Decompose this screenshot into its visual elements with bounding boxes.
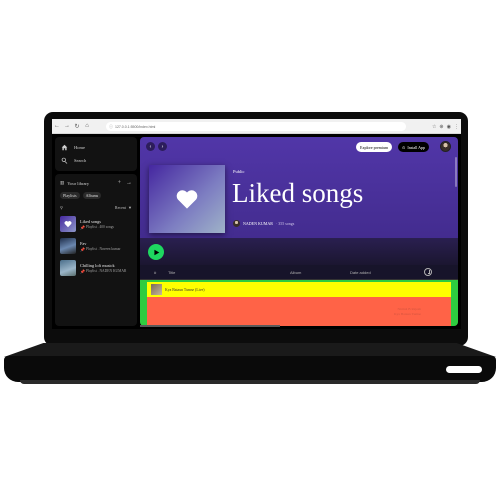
column-date-added: Date added [350, 270, 371, 275]
table-row[interactable]: Nirmal B Rajesh Kya Bataun Tumse [147, 297, 451, 326]
laptop-hinge [4, 343, 496, 357]
info-icon: ⓘ [109, 123, 113, 129]
item-subtitle-text: Playlist . Naveen kumar [85, 247, 121, 251]
pin-icon: 📌 [80, 268, 85, 274]
playlist-type: Public [233, 169, 245, 174]
item-subtitle-text: Playlist . NADEN KUMAR [85, 269, 127, 273]
item-subtitle: 📌 Playlist . 400 songs [80, 225, 114, 230]
playlist-cover [149, 165, 225, 233]
item-title: Fav [80, 240, 87, 246]
owner-name[interactable]: NADEN KUMAR [243, 221, 273, 226]
address-bar[interactable]: ⓘ 127.0.0.1:5500/index.html [106, 122, 406, 131]
song-count: · 355 songs [275, 221, 295, 226]
sort-label: Recent [114, 204, 127, 210]
laptop-screen: ← → ↻ ⌂ ⓘ 127.0.0.1:5500/index.html ☆ ⊕ … [52, 119, 461, 329]
sort-dropdown[interactable]: Recent ▼ [115, 205, 132, 210]
caret-down-icon: ▼ [128, 204, 132, 210]
chevron-right-icon: › [161, 143, 164, 150]
sidebar-item-label: Search [74, 158, 87, 163]
sidebar-item-home[interactable]: Home [61, 141, 131, 154]
play-button[interactable] [148, 244, 164, 260]
install-app-label: Install App [407, 144, 426, 150]
pin-icon: 📌 [80, 246, 85, 252]
filter-chip-albums[interactable]: Albums [82, 192, 102, 199]
track-table-header: # Title Album Date added [140, 265, 458, 280]
table-row[interactable]: Kya Bataun Tumse (Live) [147, 282, 451, 297]
scrollbar[interactable] [455, 157, 457, 187]
laptop-base-edge [20, 380, 480, 384]
profile-icon[interactable]: ◉ [447, 124, 451, 130]
library-tools: ⚲ Recent ▼ [60, 203, 132, 211]
browser-toolbar: ← → ↻ ⌂ ⓘ 127.0.0.1:5500/index.html ☆ ⊕ … [52, 119, 461, 134]
track-thumbnail [151, 284, 162, 295]
chilling-lofi-thumbnail [60, 260, 76, 276]
heart-icon [64, 221, 72, 228]
liked-songs-thumbnail [60, 216, 76, 232]
avatar[interactable] [440, 141, 451, 152]
music-app: Home Search ▥ Your library + → Playlists… [52, 134, 461, 329]
action-bar [140, 238, 458, 265]
pin-icon: 📌 [80, 224, 85, 230]
browser-actions: ☆ ⊕ ◉ ⋮ [432, 119, 459, 134]
forward-button[interactable]: › [158, 142, 167, 151]
library-filters: Playlists Albums [60, 192, 132, 199]
clock-icon [424, 268, 432, 276]
item-title: Liked songs [80, 218, 101, 224]
item-title: Chilling lofi musick [80, 262, 115, 268]
faded-track-line: Kya Bataun Tumse [394, 312, 421, 316]
play-icon [153, 249, 159, 255]
home-icon [61, 144, 68, 151]
library-header: ▥ Your library + → [60, 178, 132, 188]
track-list: Kya Bataun Tumse (Live) Nirmal B Rajesh … [140, 280, 458, 326]
playlist-owner: NADEN KUMAR · 355 songs [233, 220, 294, 227]
library-panel: ▥ Your library + → Playlists Albums ⚲ Re… [55, 174, 137, 326]
home-browser-icon[interactable]: ⌂ [82, 119, 92, 134]
column-album: Album [290, 270, 302, 275]
install-app-button[interactable]: ⊙ Install App [398, 142, 430, 152]
explore-premium-button[interactable]: Explore premium [356, 142, 393, 152]
download-icon: ⊙ [402, 144, 406, 150]
fav-thumbnail [60, 238, 76, 254]
playlist-header: ‹ › Explore premium ⊙ Install App Public… [140, 137, 458, 238]
laptop-base [4, 356, 496, 382]
reload-icon[interactable]: ↻ [72, 119, 82, 134]
horizontal-scrollbar[interactable] [140, 325, 280, 327]
star-icon[interactable]: ☆ [432, 124, 436, 130]
library-icon: ▥ [60, 180, 65, 185]
search-icon [61, 157, 68, 164]
owner-avatar [233, 220, 240, 227]
url-text: 127.0.0.1:5500/index.html [115, 124, 156, 129]
library-title[interactable]: Your library [67, 181, 89, 186]
laptop-trackpad-light [446, 366, 482, 373]
arrow-left-icon[interactable]: ← [52, 119, 62, 134]
add-playlist-button[interactable]: + [118, 180, 121, 186]
faded-track-text: Nirmal B Rajesh Kya Bataun Tumse [394, 307, 421, 317]
item-subtitle-text: Playlist . 400 songs [85, 225, 114, 229]
sidebar-item-search[interactable]: Search [61, 154, 131, 167]
menu-icon[interactable]: ⋮ [454, 124, 459, 130]
sidebar-item-label: Home [74, 145, 85, 150]
library-item-chilling-lofi[interactable]: Chilling lofi musick 📌 Playlist . NADEN K… [60, 259, 132, 277]
extensions-icon[interactable]: ⊕ [439, 124, 443, 130]
column-title: Title [168, 270, 176, 275]
column-index: # [154, 270, 157, 275]
expand-library-button[interactable]: → [126, 180, 132, 186]
track-title: Kya Bataun Tumse (Live) [165, 287, 205, 292]
chevron-left-icon: ‹ [149, 143, 152, 150]
sidebar: Home Search ▥ Your library + → Playlists… [55, 137, 137, 326]
heart-icon [176, 190, 198, 209]
sidebar-nav: Home Search [55, 137, 137, 171]
filter-chip-playlists[interactable]: Playlists [60, 192, 80, 199]
page-title: Liked songs [232, 178, 364, 208]
search-library-icon[interactable]: ⚲ [60, 205, 63, 210]
arrow-right-icon[interactable]: → [62, 119, 72, 134]
library-item-fav[interactable]: Fav 📌 Playlist . Naveen kumar [60, 237, 132, 255]
item-subtitle: 📌 Playlist . Naveen kumar [80, 247, 121, 252]
library-item-liked-songs[interactable]: Liked songs 📌 Playlist . 400 songs [60, 215, 132, 233]
item-subtitle: 📌 Playlist . NADEN KUMAR [80, 269, 126, 274]
main-content: ‹ › Explore premium ⊙ Install App Public… [140, 137, 458, 326]
back-button[interactable]: ‹ [146, 142, 155, 151]
